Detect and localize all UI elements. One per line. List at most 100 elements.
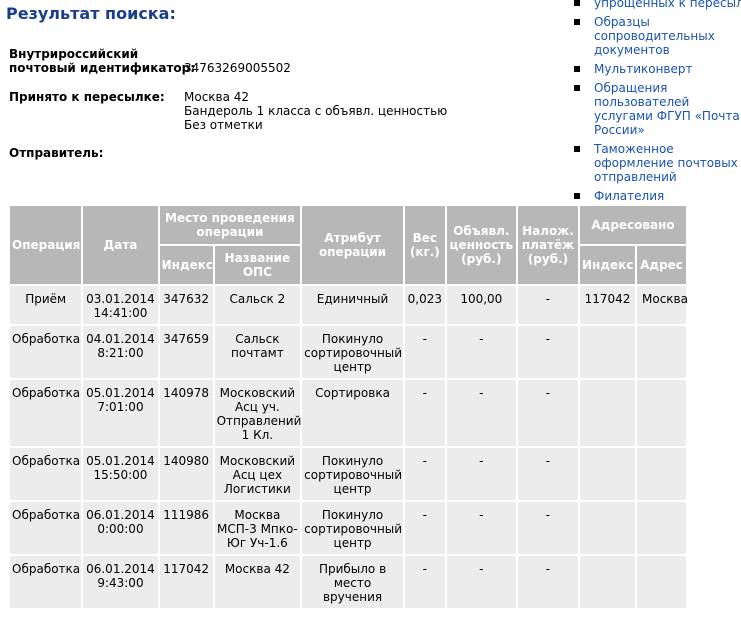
cell-ops-name: Сальск почтамт: [214, 326, 301, 378]
cell-addr-index: [580, 380, 636, 446]
sidebar-item[interactable]: Филателия: [572, 189, 741, 203]
cell-cod: -: [517, 380, 579, 446]
cell-attribute: Покинуло сортировочный центр: [302, 448, 403, 500]
sender-label: Отправитель:: [9, 146, 104, 160]
cell-operation: Обработка: [10, 556, 82, 608]
sidebar-link-documents[interactable]: Образцы сопроводительных документов: [594, 15, 724, 57]
header-address: Адрес: [637, 246, 686, 284]
cell-operation: Обработка: [10, 380, 82, 446]
cell-cod: -: [517, 556, 579, 608]
cell-value: -: [446, 502, 516, 554]
header-cod: Налож. платёж (руб.): [517, 206, 579, 284]
cell-index: 117042: [159, 556, 213, 608]
page-title: Результат поиска:: [6, 4, 176, 23]
cell-addr-index: 117042: [580, 286, 636, 324]
bullet-icon: [574, 193, 580, 199]
cell-value: 100,00: [446, 286, 516, 324]
sidebar-links: упрощенных к пересылке Образцы сопроводи…: [572, 0, 741, 208]
header-weight: Вес (кг.): [404, 206, 445, 284]
cell-cod: -: [517, 448, 579, 500]
cell-attribute: Сортировка: [302, 380, 403, 446]
bullet-icon: [574, 85, 580, 91]
cell-index: 140978: [159, 380, 213, 446]
accepted-details: Москва 42 Бандероль 1 класса с объявл. ц…: [184, 90, 448, 132]
cell-address: [637, 326, 686, 378]
cell-address: [637, 502, 686, 554]
table-row: Приём 03.01.2014 14:41:00 347632 Сальск …: [10, 286, 688, 324]
cell-attribute: Покинуло сортировочный центр: [302, 326, 403, 378]
header-ops-name: Название ОПС: [214, 246, 301, 284]
cell-address: [637, 448, 686, 500]
cell-operation: Приём: [10, 286, 82, 324]
bullet-icon: [574, 19, 580, 25]
cell-value: -: [446, 380, 516, 446]
cell-value: -: [446, 448, 516, 500]
sidebar-link-customs[interactable]: Таможенное оформление почтовых отправлен…: [594, 142, 741, 184]
cell-operation: Обработка: [10, 502, 82, 554]
accepted-label: Принято к пересылке:: [9, 90, 165, 104]
cell-cod: -: [517, 326, 579, 378]
sidebar-link-appeals[interactable]: Обращения пользователей услугами ФГУП «П…: [594, 81, 741, 137]
cell-index: 111986: [159, 502, 213, 554]
cell-weight: 0,023: [404, 286, 445, 324]
tracking-id-label: Внутрироссийский почтовый идентификатор:: [9, 47, 196, 75]
cell-attribute: Единичный: [302, 286, 403, 324]
table-row: Обработка 06.01.2014 0:00:00 111986 Моск…: [10, 502, 686, 554]
cell-ops-name: Москва МСП-3 Мпко-Юг Уч-1.6: [214, 502, 301, 554]
sidebar-link-philately[interactable]: Филателия: [594, 189, 664, 203]
sidebar-link[interactable]: упрощенных к пересылке: [594, 0, 741, 10]
header-declared-value: Объявл. ценность (руб.): [446, 206, 516, 284]
cell-operation: Обработка: [10, 326, 82, 378]
cell-attribute: Прибыло в место вручения: [302, 556, 403, 608]
sidebar-item[interactable]: Обращения пользователей услугами ФГУП «П…: [572, 81, 741, 137]
cell-addr-index: [580, 326, 636, 378]
table-row: Обработка 04.01.2014 8:21:00 347659 Саль…: [10, 326, 686, 378]
cell-date: 05.01.2014 7:01:00: [83, 380, 158, 446]
cell-weight: -: [404, 502, 445, 554]
cell-weight: -: [404, 326, 445, 378]
cell-attribute: Покинуло сортировочный центр: [302, 502, 403, 554]
sidebar-item[interactable]: Мультиконверт: [572, 62, 741, 76]
cell-address: [637, 556, 686, 608]
cell-addr-index: [580, 556, 636, 608]
cell-index: 347659: [159, 326, 213, 378]
bullet-icon: [574, 0, 580, 6]
cell-address: Москва: [637, 286, 688, 324]
cell-index: 140980: [159, 448, 213, 500]
header-addressed: Адресовано: [580, 206, 686, 244]
bullet-icon: [574, 66, 580, 72]
cell-index: 347632: [159, 286, 213, 324]
sidebar-item[interactable]: Образцы сопроводительных документов: [572, 15, 741, 57]
operations-table: Операция Дата Место проведения операции …: [8, 204, 688, 610]
table-row: Обработка 06.01.2014 9:43:00 117042 Моск…: [10, 556, 686, 608]
header-attribute: Атрибут операции: [302, 206, 403, 284]
cell-date: 06.01.2014 0:00:00: [83, 502, 158, 554]
header-addr-index: Индекс: [580, 246, 636, 284]
header-date: Дата: [83, 206, 158, 284]
cell-address: [637, 380, 686, 446]
cell-weight: -: [404, 380, 445, 446]
table-row: Обработка 05.01.2014 7:01:00 140978 Моск…: [10, 380, 686, 446]
table-row: Обработка 05.01.2014 15:50:00 140980 Мос…: [10, 448, 686, 500]
sidebar-item[interactable]: Таможенное оформление почтовых отправлен…: [572, 142, 741, 184]
cell-date: 03.01.2014 14:41:00: [83, 286, 158, 324]
cell-value: -: [446, 326, 516, 378]
cell-addr-index: [580, 502, 636, 554]
cell-weight: -: [404, 556, 445, 608]
cell-cod: -: [517, 502, 579, 554]
cell-date: 04.01.2014 8:21:00: [83, 326, 158, 378]
header-place: Место проведения операции: [159, 206, 301, 244]
cell-operation: Обработка: [10, 448, 82, 500]
header-index: Индекс: [159, 246, 213, 284]
cell-addr-index: [580, 448, 636, 500]
header-operation: Операция: [10, 206, 82, 284]
bullet-icon: [574, 146, 580, 152]
cell-ops-name: Московский Асц цех Логистики: [214, 448, 301, 500]
cell-cod: -: [517, 286, 579, 324]
cell-ops-name: Сальск 2: [214, 286, 301, 324]
cell-weight: -: [404, 448, 445, 500]
sidebar-item[interactable]: упрощенных к пересылке: [572, 0, 741, 10]
cell-value: -: [446, 556, 516, 608]
sidebar-link-multienvelope[interactable]: Мультиконверт: [594, 62, 692, 76]
tracking-number: 34763269005502: [184, 61, 291, 75]
